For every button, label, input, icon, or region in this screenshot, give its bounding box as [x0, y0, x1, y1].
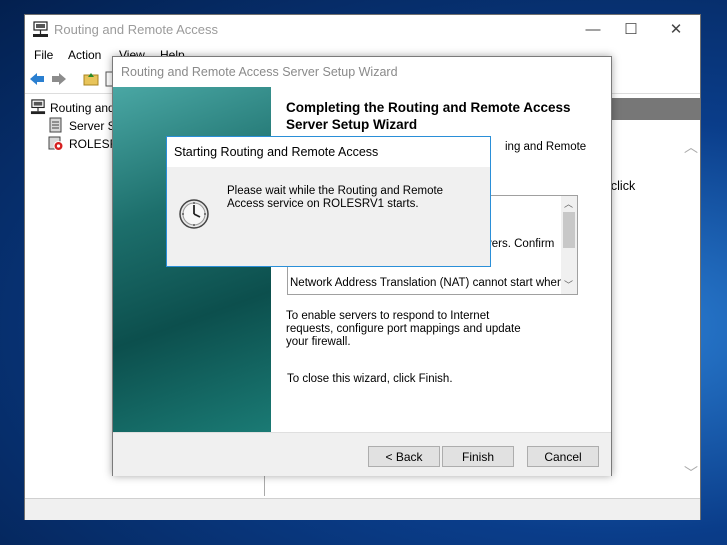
close-button[interactable]: ✕ — [665, 19, 687, 41]
up-folder-icon[interactable] — [83, 71, 99, 87]
rras-root-icon — [30, 99, 46, 115]
server-status-icon — [49, 117, 62, 133]
back-button[interactable]: < Back — [368, 446, 440, 467]
wizard-intro-partial: ing and Remote — [505, 141, 587, 153]
summary-scroll-up-icon[interactable]: ︿ — [564, 197, 573, 210]
progress-dialog-message: Please wait while the Routing and Remote… — [227, 185, 444, 210]
window-title: Routing and Remote Access — [54, 22, 219, 37]
maximize-button[interactable]: ☐ — [620, 19, 642, 41]
tree-item-rras-root[interactable]: Routing and — [50, 101, 115, 115]
progress-dialog-title: Starting Routing and Remote Access — [174, 145, 379, 159]
status-bar — [25, 498, 700, 520]
summary-line-2: Network Address Translation (NAT) cannot… — [290, 277, 564, 289]
wizard-paragraph-ports: To enable servers to respond to Internet… — [286, 310, 521, 348]
back-arrow-icon[interactable] — [29, 72, 45, 86]
menu-file[interactable]: File — [34, 48, 53, 62]
rras-app-icon — [33, 21, 48, 37]
wizard-paragraph-close: To close this wizard, click Finish. — [287, 373, 453, 385]
cancel-button[interactable]: Cancel — [527, 446, 599, 467]
finish-button[interactable]: Finish — [442, 446, 514, 467]
menu-action[interactable]: Action — [68, 48, 101, 62]
wizard-heading: Completing the Routing and Remote Access… — [286, 100, 571, 132]
summary-scroll-thumb[interactable] — [563, 212, 575, 248]
forward-arrow-icon[interactable] — [51, 72, 67, 86]
scroll-down-icon[interactable]: ﹀ — [684, 463, 698, 483]
title-bar[interactable]: Routing and Remote Access — ☐ ✕ — [25, 15, 700, 45]
clock-icon — [179, 199, 209, 229]
progress-dialog-titlebar[interactable]: Starting Routing and Remote Access — [167, 137, 490, 167]
server-stopped-icon — [48, 136, 64, 151]
wizard-button-bar: < Back Finish Cancel — [113, 432, 611, 476]
scroll-up-icon[interactable]: ︿ — [684, 137, 698, 157]
summary-line-1: vers. Confirm — [486, 238, 555, 250]
summary-scroll-down-icon[interactable]: ﹀ — [564, 278, 573, 291]
minimize-button[interactable]: — — [582, 19, 604, 41]
starting-service-dialog: Starting Routing and Remote Access Pleas… — [166, 136, 491, 267]
summary-scrollbar[interactable]: ︿ ﹀ — [561, 196, 577, 294]
wizard-title: Routing and Remote Access Server Setup W… — [121, 65, 398, 79]
